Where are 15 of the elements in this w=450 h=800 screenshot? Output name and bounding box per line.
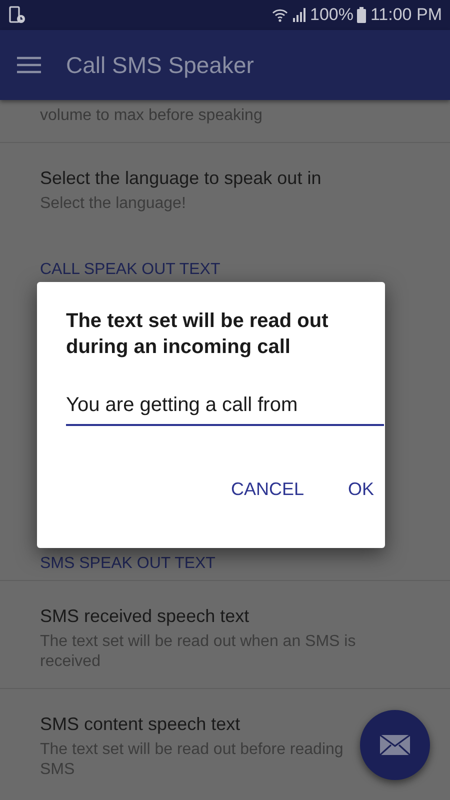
envelope-icon bbox=[379, 734, 411, 756]
category-header: CALL SPEAK OUT TEXT bbox=[39, 260, 222, 280]
dialog-button[interactable]: CANCEL bbox=[220, 470, 314, 509]
battery-icon bbox=[357, 7, 366, 23]
wifi-icon bbox=[272, 8, 288, 22]
clock-time: 11:00 PM bbox=[370, 4, 442, 26]
signal-icon bbox=[292, 8, 306, 22]
dialog-button[interactable]: OK bbox=[338, 470, 384, 509]
battery-percent: 100% bbox=[310, 4, 354, 26]
phone-clock-icon bbox=[8, 6, 26, 24]
speech-text-field[interactable]: You are getting a call from bbox=[66, 388, 384, 426]
app-title: Call SMS Speaker bbox=[66, 50, 254, 80]
category-header: SMS SPEAK OUT TEXT bbox=[39, 554, 216, 574]
message-button[interactable] bbox=[360, 710, 430, 780]
dialog-title: The text set will be read out during an incoming call bbox=[66, 309, 330, 360]
